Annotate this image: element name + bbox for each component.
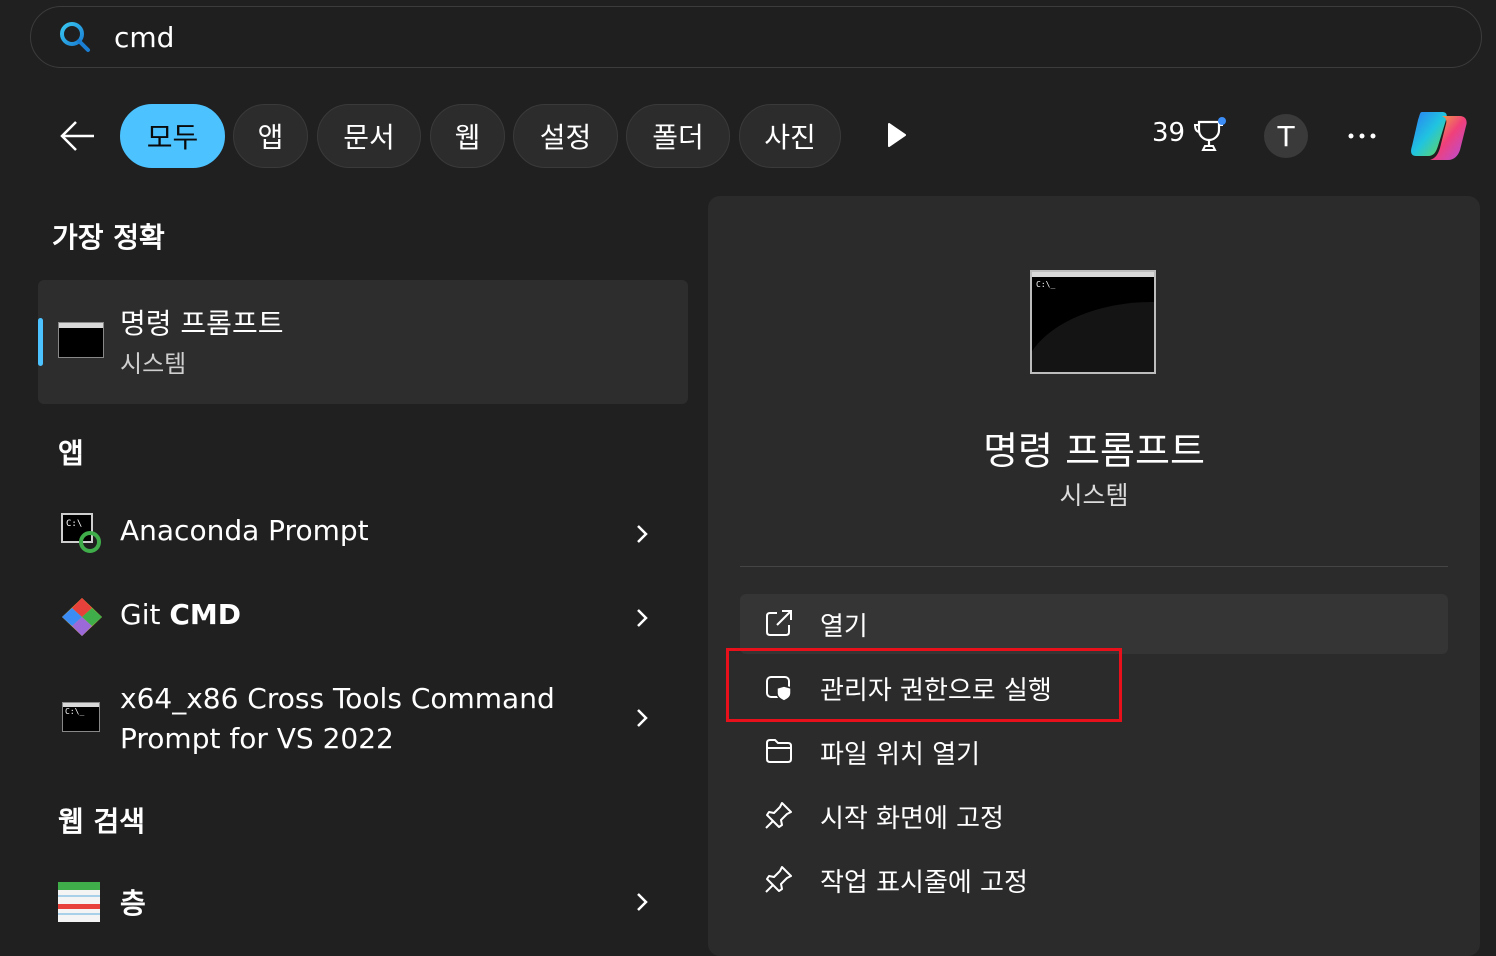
command-prompt-large-icon: C:\_: [1030, 270, 1156, 374]
best-match-heading: 가장 정확: [52, 221, 165, 254]
rewards-points[interactable]: 39: [1152, 118, 1185, 148]
more-options-icon[interactable]: [1344, 124, 1380, 148]
app-name-line1: x64_x86 Cross Tools Command: [120, 682, 555, 715]
pin-icon: [765, 866, 792, 893]
icon-caption: C:\_: [1036, 280, 1056, 289]
web-result-label: 층: [120, 887, 146, 920]
filter-chip-documents[interactable]: 문서: [317, 104, 421, 168]
search-icon: [60, 22, 90, 52]
chevron-right-icon[interactable]: [632, 522, 652, 546]
filter-chip-all[interactable]: 모두: [120, 104, 225, 168]
best-match-type: 시스템: [120, 350, 187, 378]
app-name: Anaconda Prompt: [120, 514, 369, 547]
folder-icon: [766, 739, 792, 763]
action-label: 작업 표시줄에 고정: [820, 868, 1028, 898]
best-match-name: 명령 프롬프트: [120, 307, 284, 340]
web-result-thumbnail-icon: [58, 882, 100, 922]
chevron-right-icon[interactable]: [632, 706, 652, 730]
action-open-file-location[interactable]: 파일 위치 열기: [740, 722, 1448, 782]
git-cmd-icon: [62, 598, 102, 636]
anaconda-prompt-icon: C:\: [61, 513, 101, 553]
command-prompt-icon: [58, 322, 104, 358]
action-label: 열기: [820, 612, 868, 642]
filter-chip-photos[interactable]: 사진: [739, 104, 841, 168]
filter-chip-web[interactable]: 웹: [430, 104, 505, 168]
open-external-icon: [766, 610, 792, 636]
app-name-line2: Prompt for VS 2022: [120, 722, 394, 755]
app-result-cross-tools-command-prompt[interactable]: C:\_ x64_x86 Cross Tools Command Prompt …: [38, 672, 688, 768]
copilot-icon[interactable]: [1408, 106, 1472, 166]
vs-command-prompt-icon: C:\_: [62, 702, 100, 732]
filter-chip-apps[interactable]: 앱: [233, 104, 308, 168]
action-label: 시작 화면에 고정: [820, 804, 1004, 834]
filter-chip-settings[interactable]: 설정: [513, 104, 618, 168]
app-name: Git CMD: [120, 598, 242, 631]
best-match-card[interactable]: [38, 280, 688, 404]
web-search-heading: 웹 검색: [58, 805, 146, 838]
divider: [740, 566, 1448, 567]
web-result-item[interactable]: 층: [38, 868, 688, 927]
action-pin-to-start[interactable]: 시작 화면에 고정: [740, 786, 1448, 846]
svg-text:C:\: C:\: [66, 519, 82, 529]
play-more-filters-icon[interactable]: [884, 120, 910, 150]
apps-heading: 앱: [58, 437, 84, 470]
user-avatar[interactable]: T: [1264, 114, 1308, 158]
rewards-trophy-icon[interactable]: [1192, 116, 1228, 154]
selection-indicator: [38, 318, 43, 366]
chevron-right-icon[interactable]: [632, 890, 652, 914]
pin-icon: [765, 802, 792, 829]
back-arrow-icon[interactable]: [58, 118, 98, 154]
app-result-git-cmd[interactable]: Git CMD: [38, 584, 688, 648]
detail-subtitle: 시스템: [1059, 481, 1129, 510]
action-pin-to-taskbar[interactable]: 작업 표시줄에 고정: [740, 850, 1448, 910]
action-label: 파일 위치 열기: [820, 740, 981, 770]
filter-chip-folders[interactable]: 폴더: [626, 104, 730, 168]
app-result-anaconda-prompt[interactable]: C:\ Anaconda Prompt: [38, 500, 688, 564]
search-input[interactable]: [114, 17, 1014, 57]
detail-title: 명령 프롬프트: [983, 429, 1205, 473]
action-open[interactable]: 열기: [740, 594, 1448, 654]
chevron-right-icon[interactable]: [632, 606, 652, 630]
highlight-annotation-box: [726, 648, 1122, 722]
